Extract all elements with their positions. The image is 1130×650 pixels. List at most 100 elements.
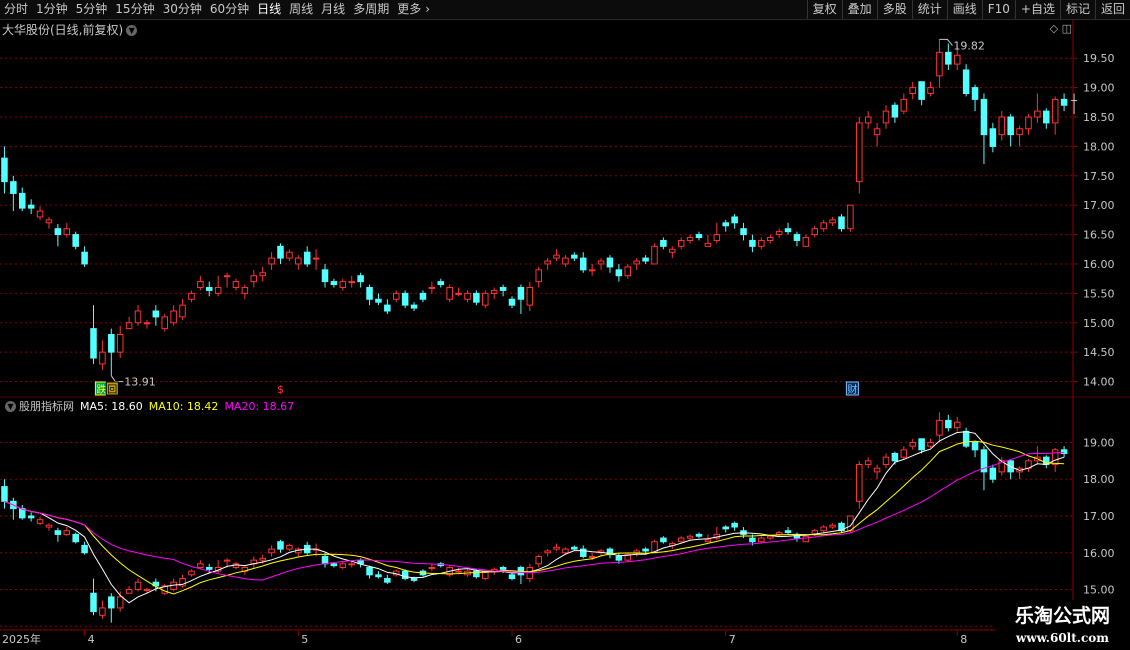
indicator-candle-body[interactable] [936,419,943,436]
indicator-candle-body[interactable] [953,421,961,429]
indicator-candle-body[interactable] [375,574,382,578]
price-candle-body[interactable] [1016,128,1023,136]
price-candle-body[interactable] [357,275,364,283]
price-candle-body[interactable] [793,234,801,241]
action-button-1[interactable]: 叠加 [841,0,877,19]
price-candle-body[interactable] [63,228,71,236]
indicator-candle-body[interactable] [36,519,44,524]
price-candle-body[interactable] [392,292,400,300]
indicator-candle-body[interactable] [455,570,462,573]
price-candle-body[interactable] [81,251,88,265]
price-candle-body[interactable] [962,69,970,94]
indicator-candle-body[interactable] [321,555,329,565]
period-tab-5[interactable]: 60分钟 [206,0,253,19]
indicator-candle-body[interactable] [1,486,8,502]
price-candle-body[interactable] [312,257,320,260]
price-candle-body[interactable] [428,286,436,289]
event-hui-marker[interactable]: 回 [107,384,117,396]
price-candle-body[interactable] [259,272,266,277]
period-tab-9[interactable]: 多周期 [349,0,393,19]
price-candle-body[interactable] [125,322,133,330]
price-candle-body[interactable] [366,286,373,300]
price-candle-body[interactable] [268,257,275,265]
price-candle-body[interactable] [223,275,231,278]
period-tab-7[interactable]: 周线 [285,0,317,19]
price-candle-body[interactable] [731,216,738,224]
indicator-candle-body[interactable] [90,592,97,613]
indicator-candle-body[interactable] [615,555,623,561]
price-candle-body[interactable] [241,286,249,294]
indicator-candle-body[interactable] [134,581,142,591]
price-candle-body[interactable] [197,281,204,288]
period-tab-4[interactable]: 30分钟 [159,0,206,19]
price-candle-body[interactable] [232,281,240,288]
price-candle-body[interactable] [348,281,355,284]
price-candle-body[interactable] [179,304,186,318]
price-candle-body[interactable] [873,128,881,136]
price-candle-body[interactable] [891,104,899,118]
price-candle-body[interactable] [295,257,302,265]
indicator-candle-body[interactable] [571,546,578,550]
indicator-candle-body[interactable] [731,522,738,528]
price-candle-body[interactable] [633,260,640,265]
price-candle-body[interactable] [624,266,632,277]
price-candle-body[interactable] [108,334,115,353]
price-candle-body[interactable] [856,122,863,183]
price-candle-body[interactable] [401,292,409,306]
price-candle-body[interactable] [660,239,667,247]
indicator-candle-body[interactable] [918,438,925,451]
indicator-candle-body[interactable] [384,578,391,583]
indicator-candle-body[interactable] [722,526,729,530]
price-candle-body[interactable] [953,54,961,65]
price-candle-body[interactable] [713,234,721,241]
price-candle-body[interactable] [143,322,151,325]
indicator-candle-body[interactable] [882,456,890,466]
indicator-candle-body[interactable] [125,589,133,594]
indicator-candle-body[interactable] [143,589,151,592]
indicator-candle-body[interactable] [856,464,863,502]
indicator-candle-body[interactable] [1051,449,1059,466]
indicator-candle-body[interactable] [766,535,774,539]
price-candle-body[interactable] [864,116,872,124]
event-cai-marker[interactable]: 财 [847,383,857,396]
indicator-candle-body[interactable] [686,535,694,539]
price-candle-body[interactable] [642,257,649,262]
indicator-candle-body[interactable] [348,563,355,566]
period-tab-0[interactable]: 分时 [0,0,32,19]
price-candle-body[interactable] [134,310,142,324]
price-candle-body[interactable] [54,228,62,236]
chevron-right-icon[interactable]: › [425,0,434,19]
price-candle-body[interactable] [784,228,792,233]
price-candle-body[interactable] [811,228,819,236]
indicator-candle-body[interactable] [927,441,934,447]
price-candle-body[interactable] [766,237,774,241]
indicator-candle-body[interactable] [410,578,418,581]
price-candle-body[interactable] [419,292,427,300]
price-candle-body[interactable] [339,281,347,288]
indicator-candle-body[interactable] [642,548,649,552]
indicator-candle-body[interactable] [205,566,213,570]
price-candle-body[interactable] [918,81,925,100]
indicator-candle-body[interactable] [909,441,916,447]
indicator-candle-body[interactable] [27,515,35,519]
price-candle-body[interactable] [651,245,658,265]
price-candle-body[interactable] [446,286,453,300]
price-candle-body[interactable] [615,269,623,277]
indicator-candle-body[interactable] [749,537,756,543]
indicator-candle-body[interactable] [268,548,275,554]
indicator-candle-body[interactable] [562,548,569,554]
price-candle-body[interactable] [588,269,596,272]
indicator-candle-body[interactable] [829,524,836,528]
price-candle-body[interactable] [116,334,124,353]
price-candle-body[interactable] [579,257,587,271]
indicator-candle-body[interactable] [704,539,712,543]
price-candle-body[interactable] [945,51,952,65]
price-candle-body[interactable] [1060,98,1068,106]
period-tab-2[interactable]: 5分钟 [72,0,112,19]
price-candle-body[interactable] [90,328,97,359]
price-candle-body[interactable] [277,245,284,259]
price-candle-body[interactable] [740,228,747,236]
indicator-candle-body[interactable] [677,537,685,543]
price-candle-body[interactable] [410,304,418,309]
indicator-candle-body[interactable] [63,530,71,535]
